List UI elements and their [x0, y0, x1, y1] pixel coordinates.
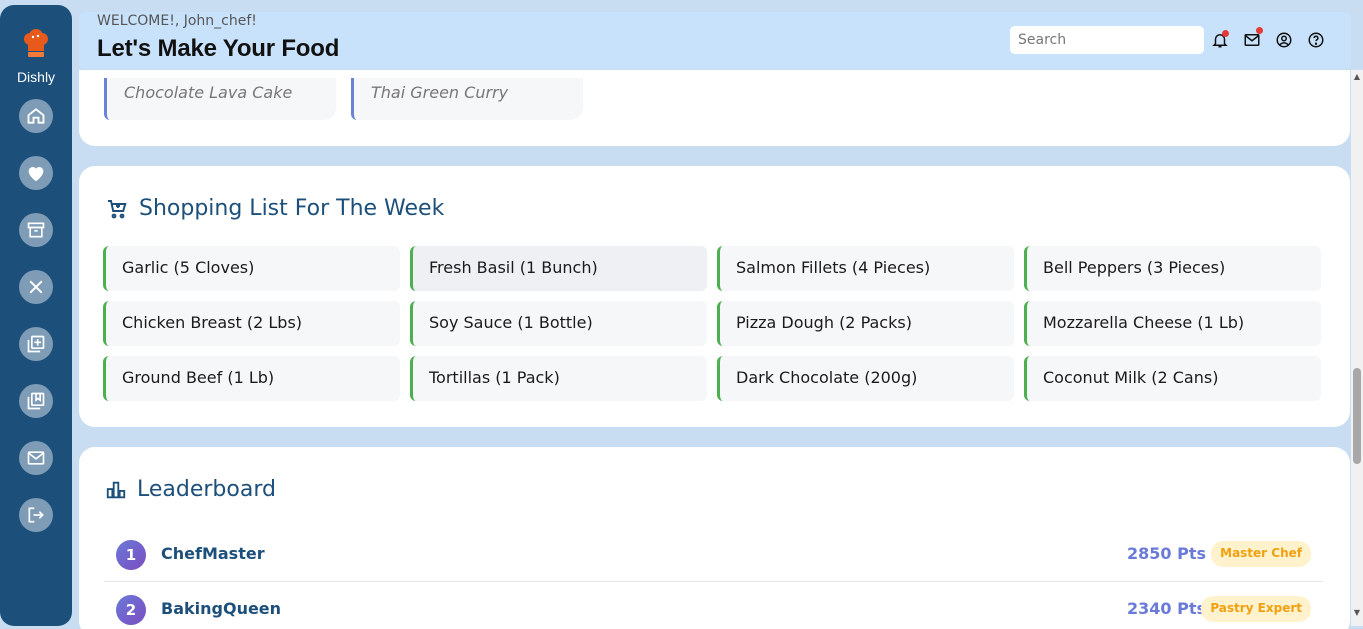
recipes-card: Chocolate Lava Cake Thai Green Curry	[79, 70, 1350, 146]
scroll-down-icon[interactable]: ▼	[1352, 608, 1362, 618]
page-scrollbar[interactable]: ▲ ▼	[1351, 70, 1363, 626]
help-button[interactable]	[1305, 29, 1327, 51]
mail-icon	[27, 451, 45, 465]
leaderboard-row[interactable]: 2 BakingQueen 2340 Pts Pastry Expert	[104, 582, 1323, 629]
leaderboard-header: Leaderboard	[105, 477, 276, 502]
library-icon	[27, 392, 45, 410]
utensils-icon	[29, 280, 43, 294]
user-name[interactable]: ChefMaster	[161, 544, 265, 563]
sidebar: Dishly	[0, 5, 72, 626]
cart-icon	[108, 199, 127, 218]
add-box-icon	[27, 335, 45, 353]
sidebar-item-collections[interactable]	[19, 384, 53, 418]
shopping-item[interactable]: Salmon Fillets (4 Pieces)	[717, 246, 1014, 291]
section-title: Shopping List For The Week	[139, 196, 445, 221]
shopping-item[interactable]: Ground Beef (1 Lb)	[103, 356, 400, 401]
profile-button[interactable]	[1273, 29, 1295, 51]
leaderboard-row[interactable]: 1 ChefMaster 2850 Pts Master Chef	[104, 527, 1323, 582]
shopping-item[interactable]: Fresh Basil (1 Bunch)	[410, 246, 707, 291]
sidebar-item-logout[interactable]	[19, 498, 53, 532]
shopping-item[interactable]: Bell Peppers (3 Pieces)	[1024, 246, 1321, 291]
search-input[interactable]	[1010, 26, 1204, 54]
title-badge: Pastry Expert	[1201, 596, 1311, 622]
section-title: Leaderboard	[137, 477, 276, 502]
logout-icon	[28, 507, 44, 523]
user-name[interactable]: BakingQueen	[161, 599, 281, 618]
heart-icon	[28, 167, 44, 182]
message-dot	[1256, 27, 1263, 34]
shopping-item[interactable]: Coconut Milk (2 Cans)	[1024, 356, 1321, 401]
help-icon	[1308, 32, 1324, 48]
welcome-text: WELCOME!, John_chef!	[97, 13, 257, 29]
points: 2340 Pts	[1127, 599, 1206, 618]
shopping-item[interactable]: Chicken Breast (2 Lbs)	[103, 301, 400, 346]
sidebar-item-favorites[interactable]	[19, 156, 53, 190]
sidebar-item-add-recipe[interactable]	[19, 327, 53, 361]
recipe-chip[interactable]: Chocolate Lava Cake	[104, 78, 336, 120]
account-icon	[1276, 32, 1292, 48]
points: 2850 Pts	[1127, 544, 1206, 563]
sidebar-item-archive[interactable]	[19, 213, 53, 247]
rank-badge: 2	[116, 595, 146, 625]
shopping-item[interactable]: Soy Sauce (1 Bottle)	[410, 301, 707, 346]
shopping-item[interactable]: Pizza Dough (2 Packs)	[717, 301, 1014, 346]
sidebar-item-home[interactable]	[19, 99, 53, 133]
sidebar-item-recipes[interactable]	[19, 270, 53, 304]
top-header: WELCOME!, John_chef! Let's Make Your Foo…	[79, 12, 1351, 69]
archive-icon	[27, 222, 45, 238]
shopping-item[interactable]: Dark Chocolate (200g)	[717, 356, 1014, 401]
scroll-thumb[interactable]	[1353, 368, 1361, 464]
shopping-item[interactable]: Garlic (5 Cloves)	[103, 246, 400, 291]
leaderboard-icon	[106, 481, 126, 498]
scroll-up-icon[interactable]: ▲	[1352, 72, 1362, 82]
recipe-chip[interactable]: Thai Green Curry	[351, 78, 583, 120]
messages-button[interactable]	[1241, 27, 1263, 51]
notification-dot	[1222, 30, 1229, 37]
shopping-item[interactable]: Mozzarella Cheese (1 Lb)	[1024, 301, 1321, 346]
leaderboard-card: Leaderboard 1 ChefMaster 2850 Pts Master…	[79, 447, 1350, 629]
shopping-list-header: Shopping List For The Week	[105, 196, 444, 221]
chef-hat-icon	[19, 27, 53, 61]
home-icon	[27, 108, 45, 124]
brand-name: Dishly	[16, 69, 56, 85]
shopping-list-card: Shopping List For The Week Garlic (5 Clo…	[79, 166, 1350, 427]
page-title: Let's Make Your Food	[97, 35, 340, 62]
shopping-item[interactable]: Tortillas (1 Pack)	[410, 356, 707, 401]
shopping-grid: Garlic (5 Cloves) Fresh Basil (1 Bunch) …	[103, 246, 1321, 401]
title-badge: Master Chef	[1211, 541, 1311, 567]
notifications-button[interactable]	[1209, 29, 1231, 51]
sidebar-item-messages[interactable]	[19, 441, 53, 475]
rank-badge: 1	[116, 540, 146, 570]
